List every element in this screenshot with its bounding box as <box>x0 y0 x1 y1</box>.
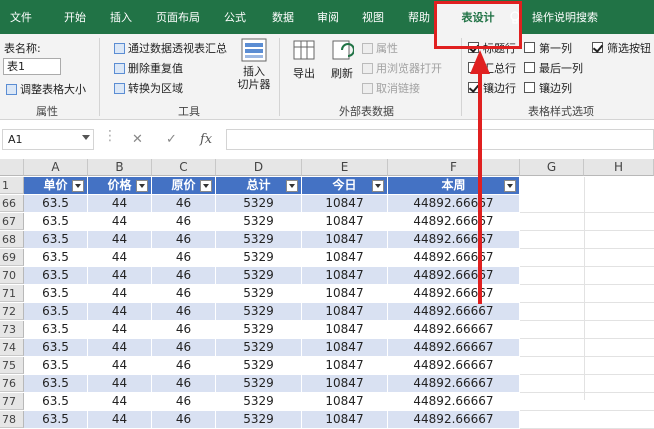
table-cell[interactable]: 46 <box>152 411 216 428</box>
gridline <box>520 410 654 411</box>
table-cell[interactable]: 10847 <box>302 411 388 428</box>
row-header[interactable]: 78 <box>0 411 24 428</box>
table-cell[interactable]: 44 <box>88 411 152 428</box>
table-cell[interactable]: 63.5 <box>24 411 88 428</box>
annotation-overlay <box>434 1 522 304</box>
annotation-arrow-head <box>470 50 490 74</box>
table-cell[interactable]: 5329 <box>216 411 302 428</box>
highlight-box <box>434 1 522 49</box>
table-cell[interactable]: 44892.66667 <box>388 411 520 428</box>
